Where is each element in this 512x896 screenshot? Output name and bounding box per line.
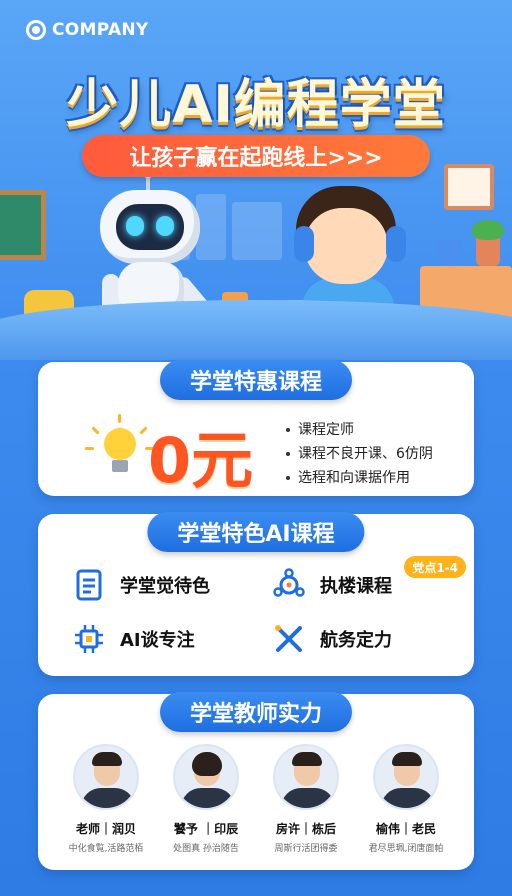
features-heading: 学堂特色AI课程 bbox=[147, 512, 365, 552]
teacher-description: 中化食覧,活路范栢 bbox=[68, 844, 144, 854]
teacher-description: 周斯行活团得委 bbox=[274, 844, 338, 854]
features-badge: 党点1-4 bbox=[404, 556, 466, 578]
features-card: 学堂特色AI课程 党点1-4 学堂觉待色 执楼课程 AI谈专注 航务定力 bbox=[38, 512, 474, 676]
teachers-heading: 学堂教师实力 bbox=[159, 692, 353, 732]
feature-label: 执楼课程 bbox=[320, 576, 392, 597]
teacher-name: 房许｜栋后 bbox=[275, 822, 336, 836]
chip-icon bbox=[72, 622, 106, 656]
teacher-name: 老师｜润贝 bbox=[75, 822, 136, 836]
offer-bullet: 课程定师 bbox=[286, 418, 433, 442]
feature-item[interactable]: 航务定力 bbox=[272, 622, 392, 656]
teacher-name: 榆伟｜老民 bbox=[375, 822, 436, 836]
page-title: 少儿AI编程学堂 bbox=[66, 75, 446, 135]
feature-label: AI谈专注 bbox=[120, 630, 195, 651]
teacher-profile[interactable]: 榆伟｜老民 君尽思珮,闭唐面帕 bbox=[356, 744, 456, 854]
teacher-description: 处图真 孙治随告 bbox=[173, 844, 239, 854]
teachers-card: 学堂教师实力 老师｜润贝 中化食覧,活路范栢 饕予 ｜印辰 处图真 孙治随告 房… bbox=[38, 692, 474, 870]
offer-bullet-list: 课程定师 课程不良开课、6仿阴 选程和向课据作用 bbox=[286, 418, 433, 490]
feature-item[interactable]: 执楼课程 bbox=[272, 568, 392, 602]
logo-text: COMPANY bbox=[52, 20, 149, 40]
offer-bullet: 课程不良开课、6仿阴 bbox=[286, 442, 433, 466]
avatar bbox=[273, 744, 339, 810]
teacher-description: 君尽思珮,闭唐面帕 bbox=[368, 844, 444, 854]
teacher-profile[interactable]: 老师｜润贝 中化食覧,活路范栢 bbox=[56, 744, 156, 854]
feature-label: 学堂觉待色 bbox=[120, 576, 210, 597]
cross-tools-icon bbox=[272, 622, 306, 656]
feature-item[interactable]: 学堂觉待色 bbox=[72, 568, 210, 602]
poster: COMPANY 少儿AI编程学堂 让孩子赢在起跑线上>>> 学堂特惠课程 0元 … bbox=[0, 0, 512, 896]
company-logo: COMPANY bbox=[26, 20, 149, 40]
gear-network-icon bbox=[272, 568, 306, 602]
chalkboard-decoration bbox=[0, 190, 46, 260]
avatar bbox=[373, 744, 439, 810]
wall-picture-decoration bbox=[444, 164, 494, 210]
subtitle-banner: 让孩子赢在起跑线上>>> bbox=[82, 135, 430, 177]
avatar bbox=[173, 744, 239, 810]
logo-icon bbox=[26, 20, 46, 40]
feature-item[interactable]: AI谈专注 bbox=[72, 622, 195, 656]
teacher-profile[interactable]: 房许｜栋后 周斯行活团得委 bbox=[256, 744, 356, 854]
hero-wave bbox=[0, 300, 512, 360]
avatar bbox=[73, 744, 139, 810]
offer-bullet: 选程和向课据作用 bbox=[286, 466, 433, 490]
price-value: 0元 bbox=[148, 424, 254, 497]
offer-heading: 学堂特惠课程 bbox=[159, 360, 353, 400]
lightbulb-icon bbox=[85, 414, 154, 486]
pencil-cup-decoration bbox=[438, 240, 462, 266]
document-icon bbox=[72, 568, 106, 602]
teacher-name: 饕予 ｜印辰 bbox=[173, 822, 239, 836]
teacher-profile[interactable]: 饕予 ｜印辰 处图真 孙治随告 bbox=[156, 744, 256, 854]
feature-label: 航务定力 bbox=[320, 630, 392, 651]
plant-decoration bbox=[472, 220, 504, 266]
offer-card: 学堂特惠课程 0元 课程定师 课程不良开课、6仿阴 选程和向课据作用 bbox=[38, 360, 474, 497]
